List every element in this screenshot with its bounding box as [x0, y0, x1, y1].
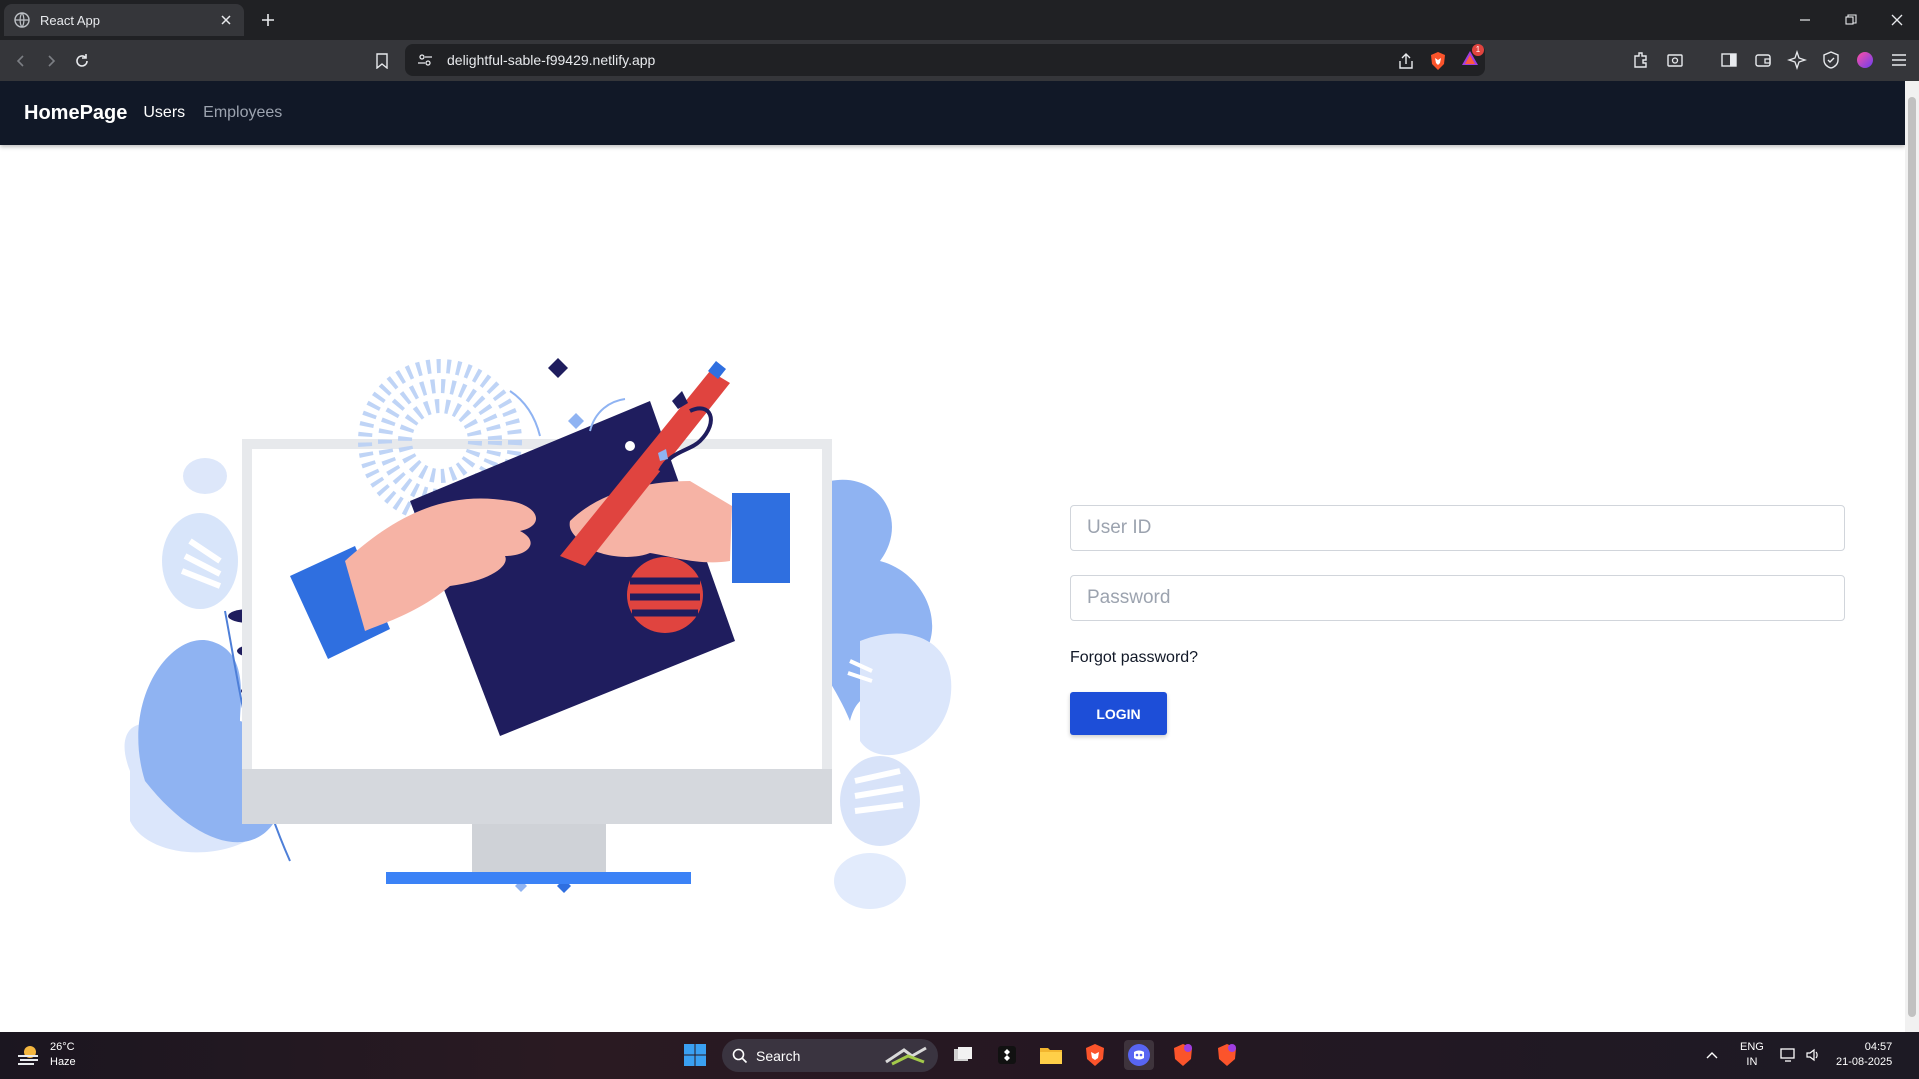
sidebar-icon[interactable]	[1719, 50, 1739, 70]
app-terminal-icon[interactable]	[992, 1040, 1022, 1070]
plus-icon	[262, 14, 274, 26]
nav-link-users[interactable]: Users	[143, 104, 185, 122]
forgot-password-link[interactable]: Forgot password?	[1070, 649, 1845, 667]
login-illustration	[124, 358, 952, 909]
page-scrollbar[interactable]	[1905, 81, 1919, 1032]
reload-icon[interactable]	[71, 50, 93, 72]
taskbar-search[interactable]: Search	[722, 1039, 938, 1072]
address-bar[interactable]: delightful-sable-f99429.netlify.app 1	[405, 44, 1485, 76]
globe-icon	[14, 12, 30, 28]
taskbar: 26°C Haze Search ENG IN 04:57 21-08-2025	[0, 1032, 1919, 1079]
search-icon	[732, 1048, 748, 1063]
lang-line1: ENG	[1740, 1041, 1764, 1053]
password-input[interactable]	[1070, 575, 1845, 621]
brave-rewards-icon[interactable]: 1	[1461, 44, 1484, 72]
volume-icon[interactable]	[1798, 1040, 1828, 1070]
login-button[interactable]: LOGIN	[1070, 692, 1167, 735]
close-icon[interactable]	[218, 12, 234, 28]
url-text: delightful-sable-f99429.netlify.app	[447, 52, 656, 68]
vpn-icon[interactable]	[1821, 50, 1841, 70]
brave-profile-icon[interactable]	[1168, 1040, 1198, 1070]
browser-tab[interactable]: React App	[4, 4, 244, 36]
blue-card	[732, 493, 790, 583]
bookmark-icon[interactable]	[371, 50, 393, 72]
file-explorer-icon[interactable]	[1036, 1040, 1066, 1070]
back-icon[interactable]	[10, 50, 32, 72]
diamond-decoration	[548, 358, 568, 378]
wallet-icon[interactable]	[1753, 50, 1773, 70]
page-viewport: HomePage Users Employees User ID Forgot …	[0, 81, 1905, 1032]
browser-tab-bar: React App	[0, 0, 1919, 40]
site-navbar: HomePage Users Employees	[0, 81, 1905, 145]
login-form: Forgot password? LOGIN	[1070, 505, 1845, 735]
nav-link-employees[interactable]: Employees	[203, 104, 282, 122]
lang-line2: IN	[1746, 1056, 1758, 1068]
haze-weather-icon	[18, 1046, 38, 1065]
brand-homepage-link[interactable]: HomePage	[24, 102, 127, 125]
clock-date: 21-08-2025	[1836, 1056, 1893, 1068]
profile-avatar-icon[interactable]	[1855, 50, 1875, 70]
restore-button[interactable]	[1838, 8, 1864, 32]
browser-toolbar: delightful-sable-f99429.netlify.app 1	[0, 40, 1919, 81]
language-indicator[interactable]: ENG IN	[1740, 1040, 1764, 1070]
clock[interactable]: 04:57 21-08-2025	[1836, 1040, 1892, 1070]
site-settings-icon[interactable]	[417, 52, 433, 68]
forward-icon[interactable]	[40, 50, 62, 72]
tab-title: React App	[40, 12, 100, 28]
search-highlight-icon	[885, 1046, 927, 1065]
search-label: Search	[756, 1047, 801, 1064]
menu-icon[interactable]	[1889, 50, 1909, 70]
discord-icon[interactable]	[1124, 1040, 1154, 1070]
brave-icon[interactable]	[1080, 1040, 1110, 1070]
screenshot-icon[interactable]	[1665, 50, 1685, 70]
close-window-button[interactable]	[1884, 8, 1910, 32]
user-id-input[interactable]	[1070, 505, 1845, 551]
weather-temp: 26°C	[50, 1041, 75, 1053]
chevron-up-icon[interactable]	[1697, 1040, 1727, 1070]
weather-widget[interactable]: 26°C Haze	[16, 1040, 76, 1070]
weather-desc: Haze	[50, 1056, 76, 1068]
share-icon[interactable]	[1397, 52, 1415, 70]
new-tab-button[interactable]	[257, 9, 279, 31]
minimize-button[interactable]	[1792, 8, 1818, 32]
task-view-icon[interactable]	[948, 1040, 978, 1070]
notification-badge: 1	[1472, 44, 1484, 56]
brave-profile-2-icon[interactable]	[1212, 1040, 1242, 1070]
brave-shield-icon[interactable]	[1429, 51, 1447, 71]
leo-ai-icon[interactable]	[1787, 50, 1807, 70]
scrollbar-thumb[interactable]	[1908, 97, 1916, 1017]
diamond-decoration-small	[568, 413, 584, 429]
windows-start-icon[interactable]	[680, 1040, 710, 1070]
clock-time: 04:57	[1864, 1041, 1893, 1053]
extensions-icon[interactable]	[1631, 50, 1651, 70]
